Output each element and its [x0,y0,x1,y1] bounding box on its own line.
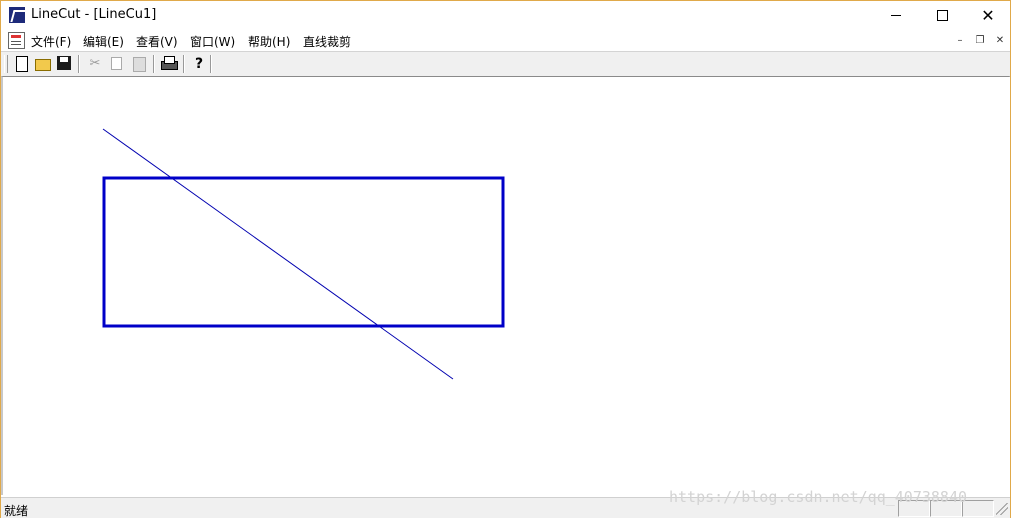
copy-icon[interactable] [108,55,126,73]
toolbar-separator [183,55,185,73]
toolbar-separator [78,55,80,73]
menu-view[interactable]: 查看(V) [136,33,178,50]
menu-window[interactable]: 窗口(W) [190,33,235,50]
minimize-button[interactable] [873,1,919,30]
mdi-close-button[interactable]: ✕ [992,33,1008,48]
menu-line-clip[interactable]: 直线裁剪 [303,33,351,50]
drawing-canvas[interactable] [3,77,1007,495]
menu-help[interactable]: 帮助(H) [248,33,290,50]
document-icon[interactable] [8,32,25,49]
clipping-line [102,128,454,380]
app-icon[interactable] [9,7,25,23]
mdi-minimize-button[interactable]: – [952,33,968,48]
toolbar-separator [153,55,155,73]
paste-icon[interactable] [130,55,148,73]
save-icon[interactable] [56,55,74,73]
resize-grip-icon[interactable] [996,503,1008,515]
maximize-icon [936,9,948,21]
menu-file[interactable]: 文件(F) [31,33,71,50]
document-canvas-area[interactable] [1,76,1009,495]
status-text: 就绪 [4,504,29,518]
toolbar-separator [210,55,212,73]
new-file-icon[interactable] [13,55,31,73]
cut-icon[interactable]: ✂ [86,55,104,73]
toolbar: ✂ ? [1,51,1010,77]
print-icon[interactable] [160,55,178,73]
clipping-window-rectangle [102,176,505,328]
title-bar[interactable]: LineCut - [LineCu1] ✕ [1,1,1010,30]
open-folder-icon[interactable] [34,55,52,73]
menu-edit[interactable]: 编辑(E) [83,33,124,50]
close-button[interactable]: ✕ [965,1,1011,30]
watermark-text: https://blog.csdn.net/qq_40738840 [669,488,968,506]
window-title: LineCut - [LineCu1] [31,7,157,22]
maximize-button[interactable] [919,1,965,30]
minimize-icon [891,14,901,16]
help-icon[interactable]: ? [190,55,208,73]
mdi-restore-button[interactable]: ❐ [972,33,988,48]
menu-bar: 文件(F) 编辑(E) 查看(V) 窗口(W) 帮助(H) 直线裁剪 – ❐ ✕ [1,30,1010,51]
toolbar-grip[interactable] [4,55,8,73]
close-icon: ✕ [981,6,995,25]
